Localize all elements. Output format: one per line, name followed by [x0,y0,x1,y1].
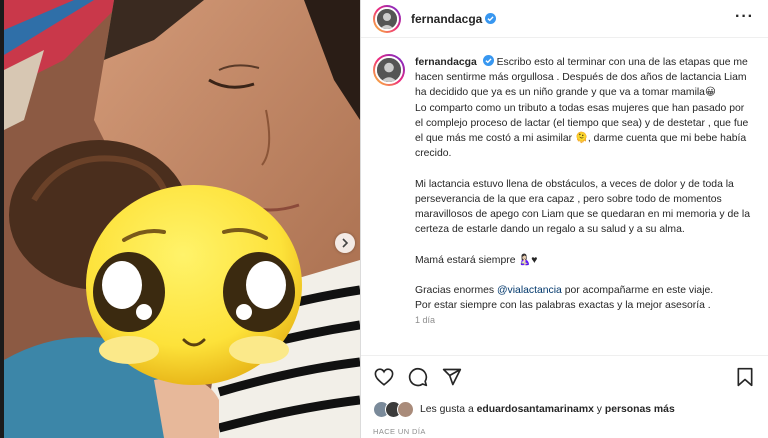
save-button[interactable] [734,366,756,388]
header-username[interactable]: fernandacga [411,12,482,26]
verified-icon [482,55,494,66]
likes-middle: y [593,404,605,415]
caption-avatar-photo [377,58,401,82]
likes-count-link[interactable]: personas más [605,404,675,415]
post-sidebar: fernandacga ··· fernandacga Escribo esto… [360,0,768,438]
heart-icon [374,368,394,386]
share-icon [442,368,462,386]
caption-paragraph-2: Lo comparto como un tributo a todas esas… [415,102,749,160]
likes-user-link[interactable]: eduardosantamarinamx [477,404,594,415]
post-time-ago[interactable]: HACE UN DÍA [373,427,426,436]
liker-avatars[interactable] [373,401,414,418]
likes-text: Les gusta a eduardosantamarinamx y perso… [420,404,675,415]
caption-thanks: Gracias enormes @vialactancia por acompa… [415,283,753,313]
thanks-suffix: por acompañarme en este viaje. [561,285,714,296]
thanks-prefix: Gracias enormes [415,285,497,296]
chevron-right-icon [342,238,349,248]
caption-avatar[interactable] [373,54,405,86]
caption-text: fernandacga Escribo esto al terminar con… [415,55,753,329]
mention-link[interactable]: @vialactancia [497,285,562,296]
comment-icon [408,368,428,387]
divider [361,355,768,356]
next-image-button[interactable] [335,233,355,253]
post-photo[interactable] [4,0,360,438]
caption-username[interactable]: fernandacga [415,57,477,68]
verified-icon [485,13,497,24]
caption-area: fernandacga Escribo esto al terminar con… [373,50,757,352]
caption-avatar-image [375,56,403,84]
like-button[interactable] [373,366,395,388]
caption-paragraph-4: Mamá estará siempre 🤱🏻♥ [415,254,538,266]
action-bar [373,366,756,388]
likes-row: Les gusta a eduardosantamarinamx y perso… [373,401,756,418]
bookmark-icon [737,367,753,387]
more-icon[interactable]: ··· [735,9,754,25]
photo-illustration [4,0,360,438]
avatar-photo [377,8,397,29]
likes-prefix: Les gusta a [420,404,477,415]
avatar [397,401,414,418]
thanks-line2: Por estar siempre con las palabras exact… [415,300,711,312]
comment-button[interactable] [407,366,429,388]
share-button[interactable] [441,366,463,388]
caption-paragraph-3: Mi lactancia estuvo llena de obstáculos,… [415,178,750,236]
avatar-image [375,6,399,31]
post-header: fernandacga ··· [361,0,768,38]
avatar[interactable] [373,4,401,33]
caption-timestamp[interactable]: 1 día [415,313,753,328]
